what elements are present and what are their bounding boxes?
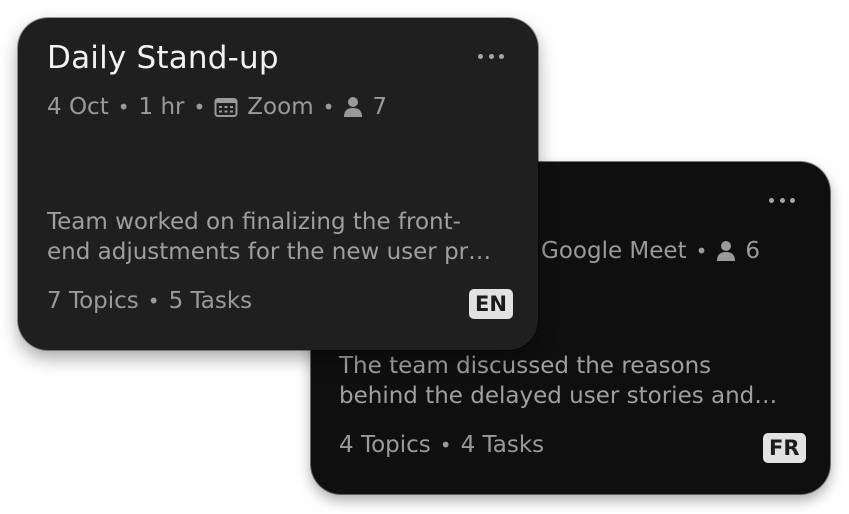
footer-separator: • — [439, 433, 452, 457]
summary-line: Team worked on finalizing the front- — [47, 209, 461, 235]
footer-separator: • — [147, 289, 160, 313]
dot — [790, 197, 795, 203]
dot — [779, 197, 785, 203]
more-options-icon[interactable] — [478, 52, 504, 60]
summary-line: behind the delayed user stories and… — [339, 383, 778, 409]
dot — [769, 197, 774, 203]
tasks-count: 4 Tasks — [460, 432, 545, 458]
attendee-count: 6 — [745, 238, 761, 264]
meeting-card-front[interactable]: Daily Stand-up 4 Oct • 1 hr • Zoom • 7 T… — [18, 18, 538, 350]
person-icon — [716, 240, 736, 262]
person-icon — [343, 96, 363, 118]
meeting-cards-stage: Google Meet • 6 The team discussed the r… — [0, 0, 849, 514]
meeting-summary: Team worked on finalizing the front- end… — [47, 207, 491, 267]
meta-separator: • — [322, 95, 335, 119]
more-options-icon[interactable] — [769, 196, 795, 204]
meeting-platform: Zoom — [247, 94, 314, 120]
dot — [488, 53, 494, 59]
meeting-platform: Google Meet — [541, 238, 687, 264]
calendar-icon — [214, 96, 238, 118]
meta-separator: • — [695, 239, 708, 263]
dot — [478, 53, 483, 59]
tasks-count: 5 Tasks — [168, 288, 253, 314]
meeting-footer: 4 Topics • 4 Tasks — [339, 432, 544, 458]
language-badge: EN — [469, 289, 513, 319]
meeting-meta: 4 Oct • 1 hr • Zoom • 7 — [47, 94, 387, 120]
summary-line: end adjustments for the new user pr… — [47, 239, 492, 265]
meeting-date: 4 Oct — [47, 94, 109, 120]
summary-line: The team discussed the reasons — [339, 353, 712, 379]
meta-separator: • — [117, 95, 130, 119]
meeting-title: Daily Stand-up — [47, 40, 279, 76]
language-badge: FR — [763, 433, 806, 463]
meeting-duration: 1 hr — [138, 94, 185, 120]
meeting-summary: The team discussed the reasons behind th… — [339, 351, 777, 411]
meeting-footer: 7 Topics • 5 Tasks — [47, 288, 252, 314]
dot — [499, 53, 504, 59]
topics-count: 4 Topics — [339, 432, 431, 458]
topics-count: 7 Topics — [47, 288, 139, 314]
meta-separator: • — [193, 95, 206, 119]
attendee-count: 7 — [372, 94, 388, 120]
meeting-meta: Google Meet • 6 — [541, 238, 760, 264]
